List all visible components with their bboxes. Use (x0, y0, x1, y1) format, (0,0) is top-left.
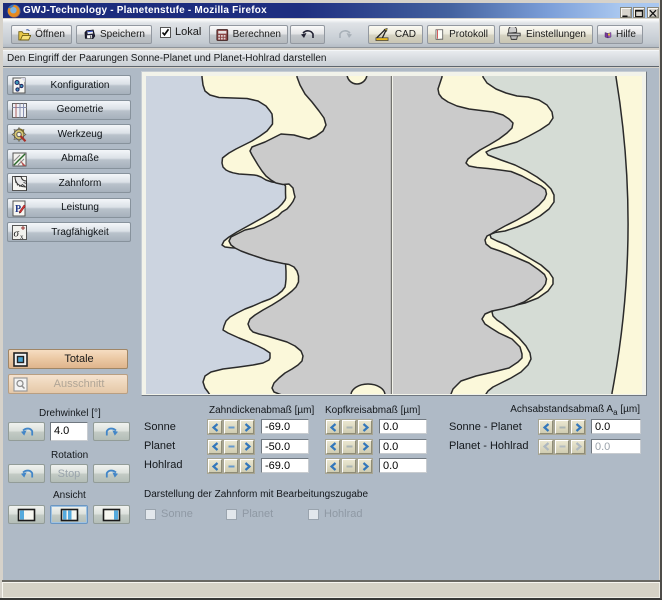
svg-text:σ: σ (14, 228, 20, 240)
svg-text:P: P (15, 204, 21, 215)
svg-text:x: x (20, 233, 24, 241)
